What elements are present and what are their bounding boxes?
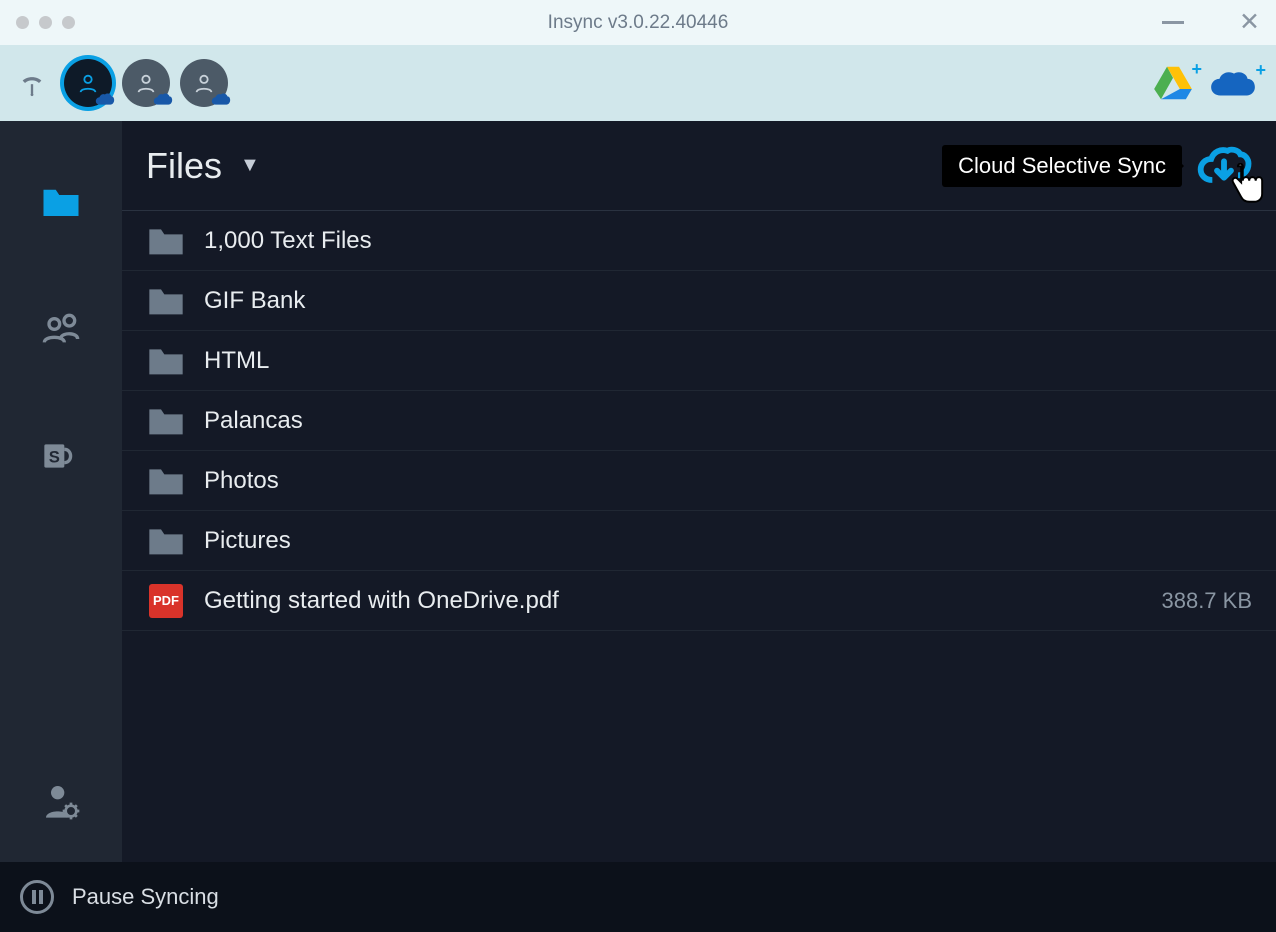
people-icon	[40, 309, 82, 349]
plus-icon: +	[1191, 59, 1202, 80]
file-row[interactable]: HTML	[122, 331, 1276, 391]
titlebar: Insync v3.0.22.40446 ✕	[0, 0, 1276, 45]
pause-syncing-button[interactable]	[20, 880, 54, 914]
file-row[interactable]: 1,000 Text Files	[122, 211, 1276, 271]
file-name: Photos	[204, 467, 279, 495]
file-row[interactable]: PDF Getting started with OneDrive.pdf 388.…	[122, 571, 1276, 631]
file-row[interactable]: Palancas	[122, 391, 1276, 451]
file-row[interactable]: Photos	[122, 451, 1276, 511]
user-settings-icon	[41, 781, 81, 821]
account-avatar-1[interactable]	[64, 59, 112, 107]
onedrive-badge-icon	[210, 89, 232, 111]
traffic-close[interactable]	[16, 16, 29, 29]
content-header: Files ▼ Cloud Selective Sync	[122, 121, 1276, 211]
pdf-badge: PDF	[149, 584, 183, 618]
tooltip-cloud-selective-sync: Cloud Selective Sync	[942, 145, 1182, 187]
accounts-toolbar: + +	[0, 45, 1276, 121]
minimize-button[interactable]	[1162, 21, 1184, 24]
nav-account-settings[interactable]	[40, 780, 82, 822]
window-title: Insync v3.0.22.40446	[548, 12, 729, 34]
account-list	[64, 59, 228, 107]
file-row[interactable]: Pictures	[122, 511, 1276, 571]
nav-sharepoint[interactable]: S	[40, 435, 82, 477]
window-controls-traffic	[16, 16, 75, 29]
folder-icon	[146, 464, 186, 498]
folder-icon	[40, 184, 82, 220]
svg-text:S: S	[49, 448, 60, 467]
status-text: Pause Syncing	[72, 884, 219, 910]
header-title-text: Files	[146, 145, 222, 187]
add-onedrive-button[interactable]: +	[1208, 66, 1258, 100]
close-button[interactable]: ✕	[1239, 10, 1260, 35]
file-size: 388.7 KB	[1161, 588, 1252, 614]
file-row[interactable]: GIF Bank	[122, 271, 1276, 331]
folder-icon	[146, 404, 186, 438]
file-name: Palancas	[204, 407, 303, 435]
sharepoint-icon: S	[40, 436, 82, 476]
pdf-icon: PDF	[146, 584, 186, 618]
file-list: 1,000 Text Files GIF Bank HTML Palancas Phot…	[122, 211, 1276, 862]
folder-icon	[146, 224, 186, 258]
nav-files[interactable]	[40, 181, 82, 223]
folder-icon	[146, 344, 186, 378]
add-google-drive-button[interactable]: +	[1152, 65, 1194, 101]
folder-icon	[146, 284, 186, 318]
file-name: 1,000 Text Files	[204, 227, 372, 255]
file-name: GIF Bank	[204, 287, 305, 315]
traffic-zoom[interactable]	[62, 16, 75, 29]
nav-shared[interactable]	[40, 308, 82, 350]
file-name: HTML	[204, 347, 269, 375]
status-bar: Pause Syncing	[0, 862, 1276, 932]
header-title-dropdown[interactable]: Files ▼	[146, 145, 260, 187]
file-name: Getting started with OneDrive.pdf	[204, 587, 559, 615]
onedrive-badge-icon	[152, 89, 174, 111]
onedrive-icon	[1208, 66, 1258, 100]
sidebar: S	[0, 121, 122, 862]
cursor-icon	[1218, 163, 1274, 205]
file-name: Pictures	[204, 527, 291, 555]
account-avatar-3[interactable]	[180, 59, 228, 107]
account-avatar-2[interactable]	[122, 59, 170, 107]
onedrive-badge-icon	[94, 89, 116, 111]
traffic-minimize[interactable]	[39, 16, 52, 29]
cloud-selective-sync-button[interactable]	[1196, 145, 1252, 187]
plus-icon: +	[1255, 60, 1266, 81]
google-drive-icon	[1152, 65, 1194, 101]
folder-icon	[146, 524, 186, 558]
chevron-down-icon: ▼	[240, 154, 260, 177]
activity-icon[interactable]	[18, 69, 46, 97]
